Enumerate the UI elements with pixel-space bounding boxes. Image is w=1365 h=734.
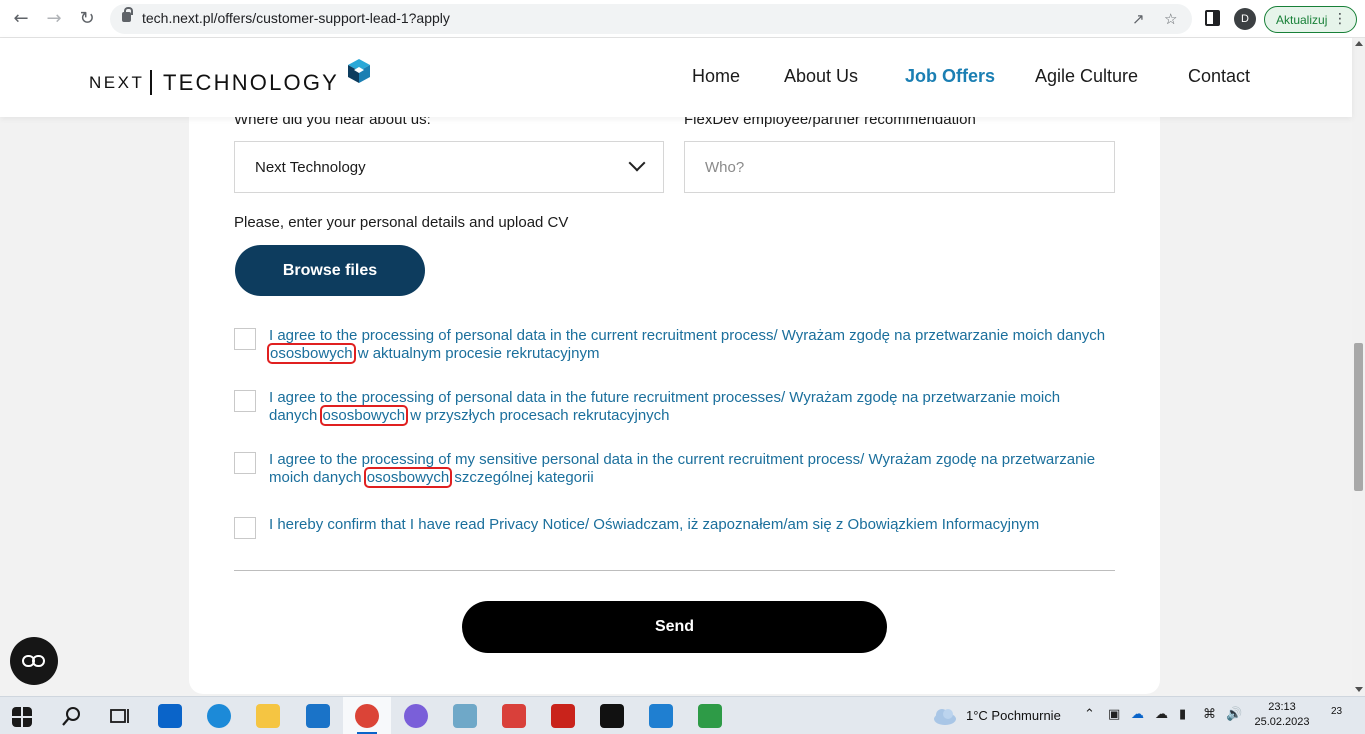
onedrive-icon[interactable]: ☁ <box>1131 707 1144 722</box>
search-icon[interactable] <box>60 706 82 728</box>
nav-home[interactable]: Home <box>692 66 740 87</box>
consent-checkbox[interactable] <box>234 517 256 539</box>
cloud-weather-icon <box>934 709 956 725</box>
windows-start-icon[interactable] <box>12 707 32 727</box>
chevron-down-icon <box>628 154 646 172</box>
meet-now-icon[interactable]: ▣ <box>1108 707 1120 722</box>
nav-contact[interactable]: Contact <box>1188 66 1250 87</box>
microsoft-store-icon[interactable] <box>158 704 182 728</box>
url-text: tech.next.pl/offers/customer-support-lea… <box>142 10 450 26</box>
logo-technology-text[interactable]: TECHNOLOGY <box>163 70 339 96</box>
task-view-icon[interactable] <box>108 704 132 728</box>
pycharm-icon[interactable] <box>600 704 624 728</box>
clock-time: 23:13 <box>1268 701 1296 713</box>
virtualbox-icon[interactable] <box>453 704 477 728</box>
site-header: NEXT TECHNOLOGY Home About Us Job Offers… <box>0 38 1352 117</box>
address-bar[interactable]: tech.next.pl/offers/customer-support-lea… <box>110 4 1192 34</box>
notifications-badge[interactable]: 23 <box>1331 706 1342 717</box>
consent-checkbox[interactable] <box>234 390 256 412</box>
consent-label[interactable]: I hereby confirm that I have read Privac… <box>269 516 1109 534</box>
consent-text-after: w przyszłych procesach rekrutacyjnych <box>406 407 670 424</box>
chrome-taskbar-slot[interactable] <box>343 697 391 734</box>
logo-divider <box>150 70 152 95</box>
browser-toolbar: ← → ↻ tech.next.pl/offers/customer-suppo… <box>0 0 1365 38</box>
consent-checkbox[interactable] <box>234 328 256 350</box>
nav-job-offers[interactable]: Job Offers <box>905 66 995 87</box>
vscode-icon[interactable] <box>649 704 673 728</box>
highlighted-word: ososbowych <box>363 467 453 488</box>
upload-instructions: Please, enter your personal details and … <box>234 214 569 231</box>
highlighted-word: ososbowych <box>319 405 409 426</box>
lock-icon <box>122 7 133 22</box>
consent-label[interactable]: I agree to the processing of my sensitiv… <box>269 451 1109 488</box>
clock-date: 25.02.2023 <box>1254 716 1310 728</box>
consent-text-after: szczególnej kategorii <box>450 469 594 486</box>
chevron-up-icon[interactable]: ⌃ <box>1084 707 1095 722</box>
windows-taskbar: 1°C Pochmurnie ⌃ ▣ ☁ ☁ ▮ ⌘ 🔊 23:13 25.02… <box>0 696 1365 734</box>
scroll-up-arrow-icon[interactable] <box>1355 41 1363 46</box>
consent-label[interactable]: I agree to the processing of personal da… <box>267 327 1109 364</box>
presentation-icon[interactable] <box>502 704 526 728</box>
nav-about-us[interactable]: About Us <box>784 66 858 87</box>
consent-label[interactable]: I agree to the processing of personal da… <box>269 389 1109 426</box>
update-label: Aktualizuj <box>1276 13 1328 27</box>
file-explorer-icon[interactable] <box>256 704 280 728</box>
share-icon[interactable]: ↗ <box>1132 10 1145 28</box>
consent-text-after: w aktualnym procesie rekrutacyjnym <box>353 345 600 362</box>
update-browser-button[interactable]: Aktualizuj ⋮ <box>1264 6 1357 33</box>
cloud-outline-icon[interactable]: ☁ <box>1155 707 1168 722</box>
form-divider <box>234 570 1115 571</box>
nav-agile-culture[interactable]: Agile Culture <box>1035 66 1138 87</box>
weather-text[interactable]: 1°C Pochmurnie <box>966 708 1061 723</box>
recommendation-input[interactable] <box>684 141 1115 193</box>
page-scrollbar[interactable] <box>1352 38 1365 696</box>
edge-browser-icon[interactable] <box>207 704 231 728</box>
speaker-icon[interactable]: 🔊 <box>1226 707 1242 722</box>
logo-next-text[interactable]: NEXT <box>89 73 144 93</box>
kebab-menu-icon[interactable]: ⋮ <box>1333 10 1347 28</box>
forward-arrow-icon[interactable]: → <box>42 7 66 31</box>
spreadsheet-icon[interactable] <box>698 704 722 728</box>
toggle-icon <box>32 655 45 667</box>
reload-icon[interactable]: ↻ <box>75 7 99 31</box>
consent-checkbox[interactable] <box>234 452 256 474</box>
consent-text-before: I agree to the processing of personal da… <box>269 327 1106 344</box>
system-clock[interactable]: 23:13 25.02.2023 <box>1253 700 1311 730</box>
source-select-value: Next Technology <box>255 159 366 176</box>
back-arrow-icon[interactable]: ← <box>9 7 33 31</box>
mail-icon[interactable] <box>306 704 330 728</box>
send-button[interactable]: Send <box>462 601 887 653</box>
chrome-icon[interactable] <box>355 704 379 728</box>
side-panel-icon[interactable] <box>1205 10 1220 26</box>
highlighted-word: ososbowych <box>267 343 356 364</box>
scroll-thumb[interactable] <box>1354 343 1363 491</box>
profile-avatar[interactable]: D <box>1234 8 1256 30</box>
scroll-down-arrow-icon[interactable] <box>1355 687 1363 692</box>
copilot-icon[interactable] <box>404 704 428 728</box>
accessibility-toggle-button[interactable] <box>10 637 58 685</box>
browse-files-button[interactable]: Browse files <box>235 245 425 296</box>
pdf-reader-icon[interactable] <box>551 704 575 728</box>
wifi-icon[interactable]: ⌘ <box>1203 707 1216 722</box>
logo-cube-icon <box>348 59 370 83</box>
battery-icon[interactable]: ▮ <box>1179 707 1186 722</box>
source-select[interactable]: Next Technology <box>234 141 664 193</box>
bookmark-star-icon[interactable]: ☆ <box>1164 10 1177 28</box>
